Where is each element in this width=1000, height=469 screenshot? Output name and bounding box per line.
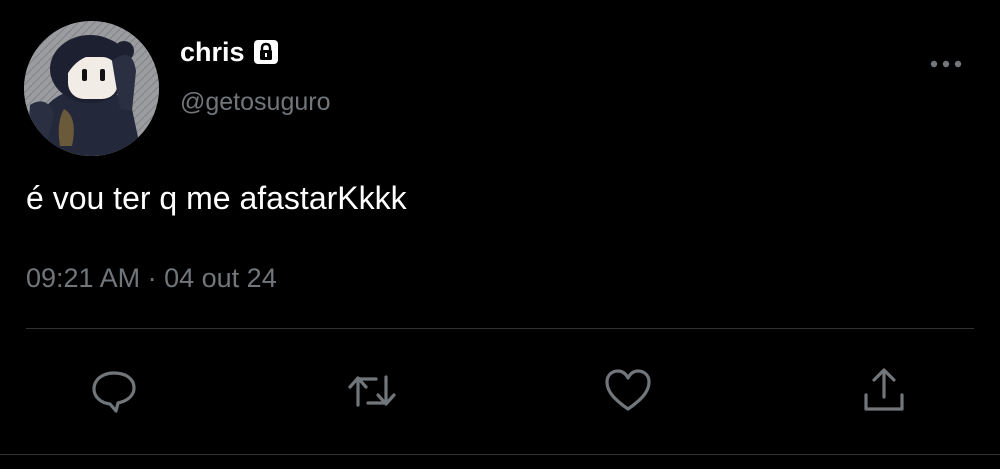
reply-button[interactable] — [88, 365, 140, 417]
author-name-row: chris — [180, 34, 281, 70]
timestamp-separator: · — [147, 263, 157, 293]
user-handle[interactable]: @getosuguro — [180, 84, 330, 120]
more-icon — [930, 60, 962, 68]
timestamp[interactable]: 09:21 AM · 04 out 24 — [26, 259, 277, 297]
share-button[interactable] — [858, 365, 910, 417]
tweet-time: 09:21 AM — [26, 263, 141, 293]
tweet-text: é vou ter q me afastarKkkk — [26, 180, 407, 216]
tweet-date: 04 out 24 — [164, 263, 277, 293]
avatar-image — [24, 21, 159, 156]
lock-icon — [251, 37, 281, 67]
more-options-button[interactable] — [924, 50, 968, 78]
divider — [26, 328, 974, 329]
tweet: chris @getosuguro é vou ter q me afastar… — [0, 0, 1000, 469]
share-icon — [864, 368, 904, 411]
like-button[interactable] — [602, 365, 654, 417]
bottom-divider — [0, 454, 1000, 455]
display-name[interactable]: chris — [180, 34, 245, 70]
reply-icon — [92, 371, 136, 413]
avatar[interactable] — [24, 21, 159, 156]
heart-icon — [605, 369, 651, 411]
retweet-button[interactable] — [346, 365, 398, 417]
retweet-icon — [348, 375, 396, 407]
